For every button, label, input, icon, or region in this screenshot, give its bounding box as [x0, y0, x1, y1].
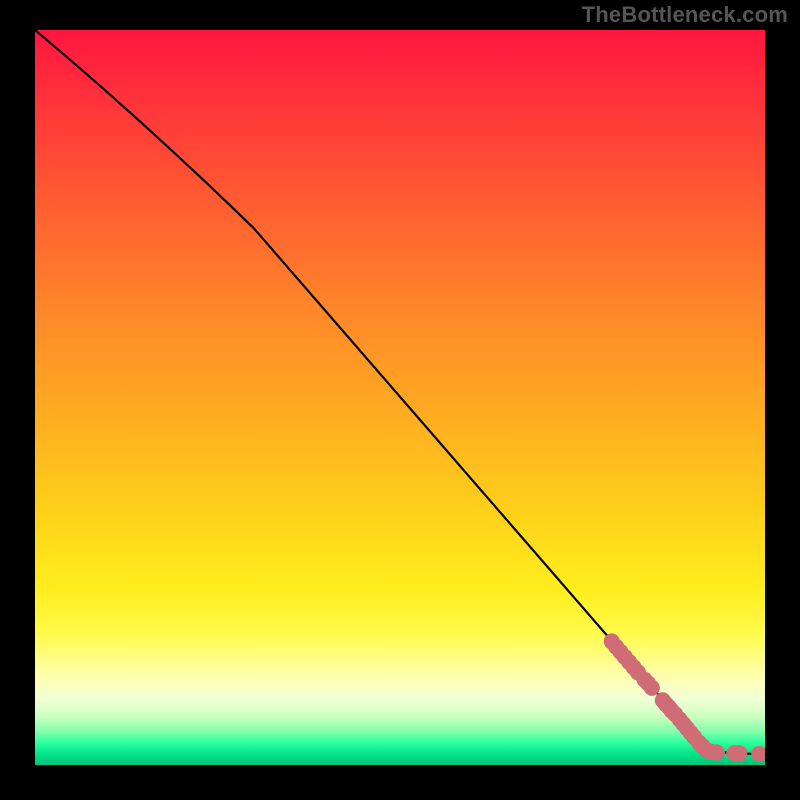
data-point-marker: [709, 744, 725, 760]
curve-line: [35, 30, 765, 754]
data-point-marker: [644, 680, 660, 696]
plot-area: [35, 30, 765, 765]
data-point-marker: [751, 746, 765, 762]
watermark-text: TheBottleneck.com: [582, 2, 788, 28]
data-point-marker: [731, 745, 747, 761]
marker-group: [604, 633, 765, 762]
chart-frame: TheBottleneck.com: [0, 0, 800, 800]
chart-overlay-svg: [35, 30, 765, 765]
